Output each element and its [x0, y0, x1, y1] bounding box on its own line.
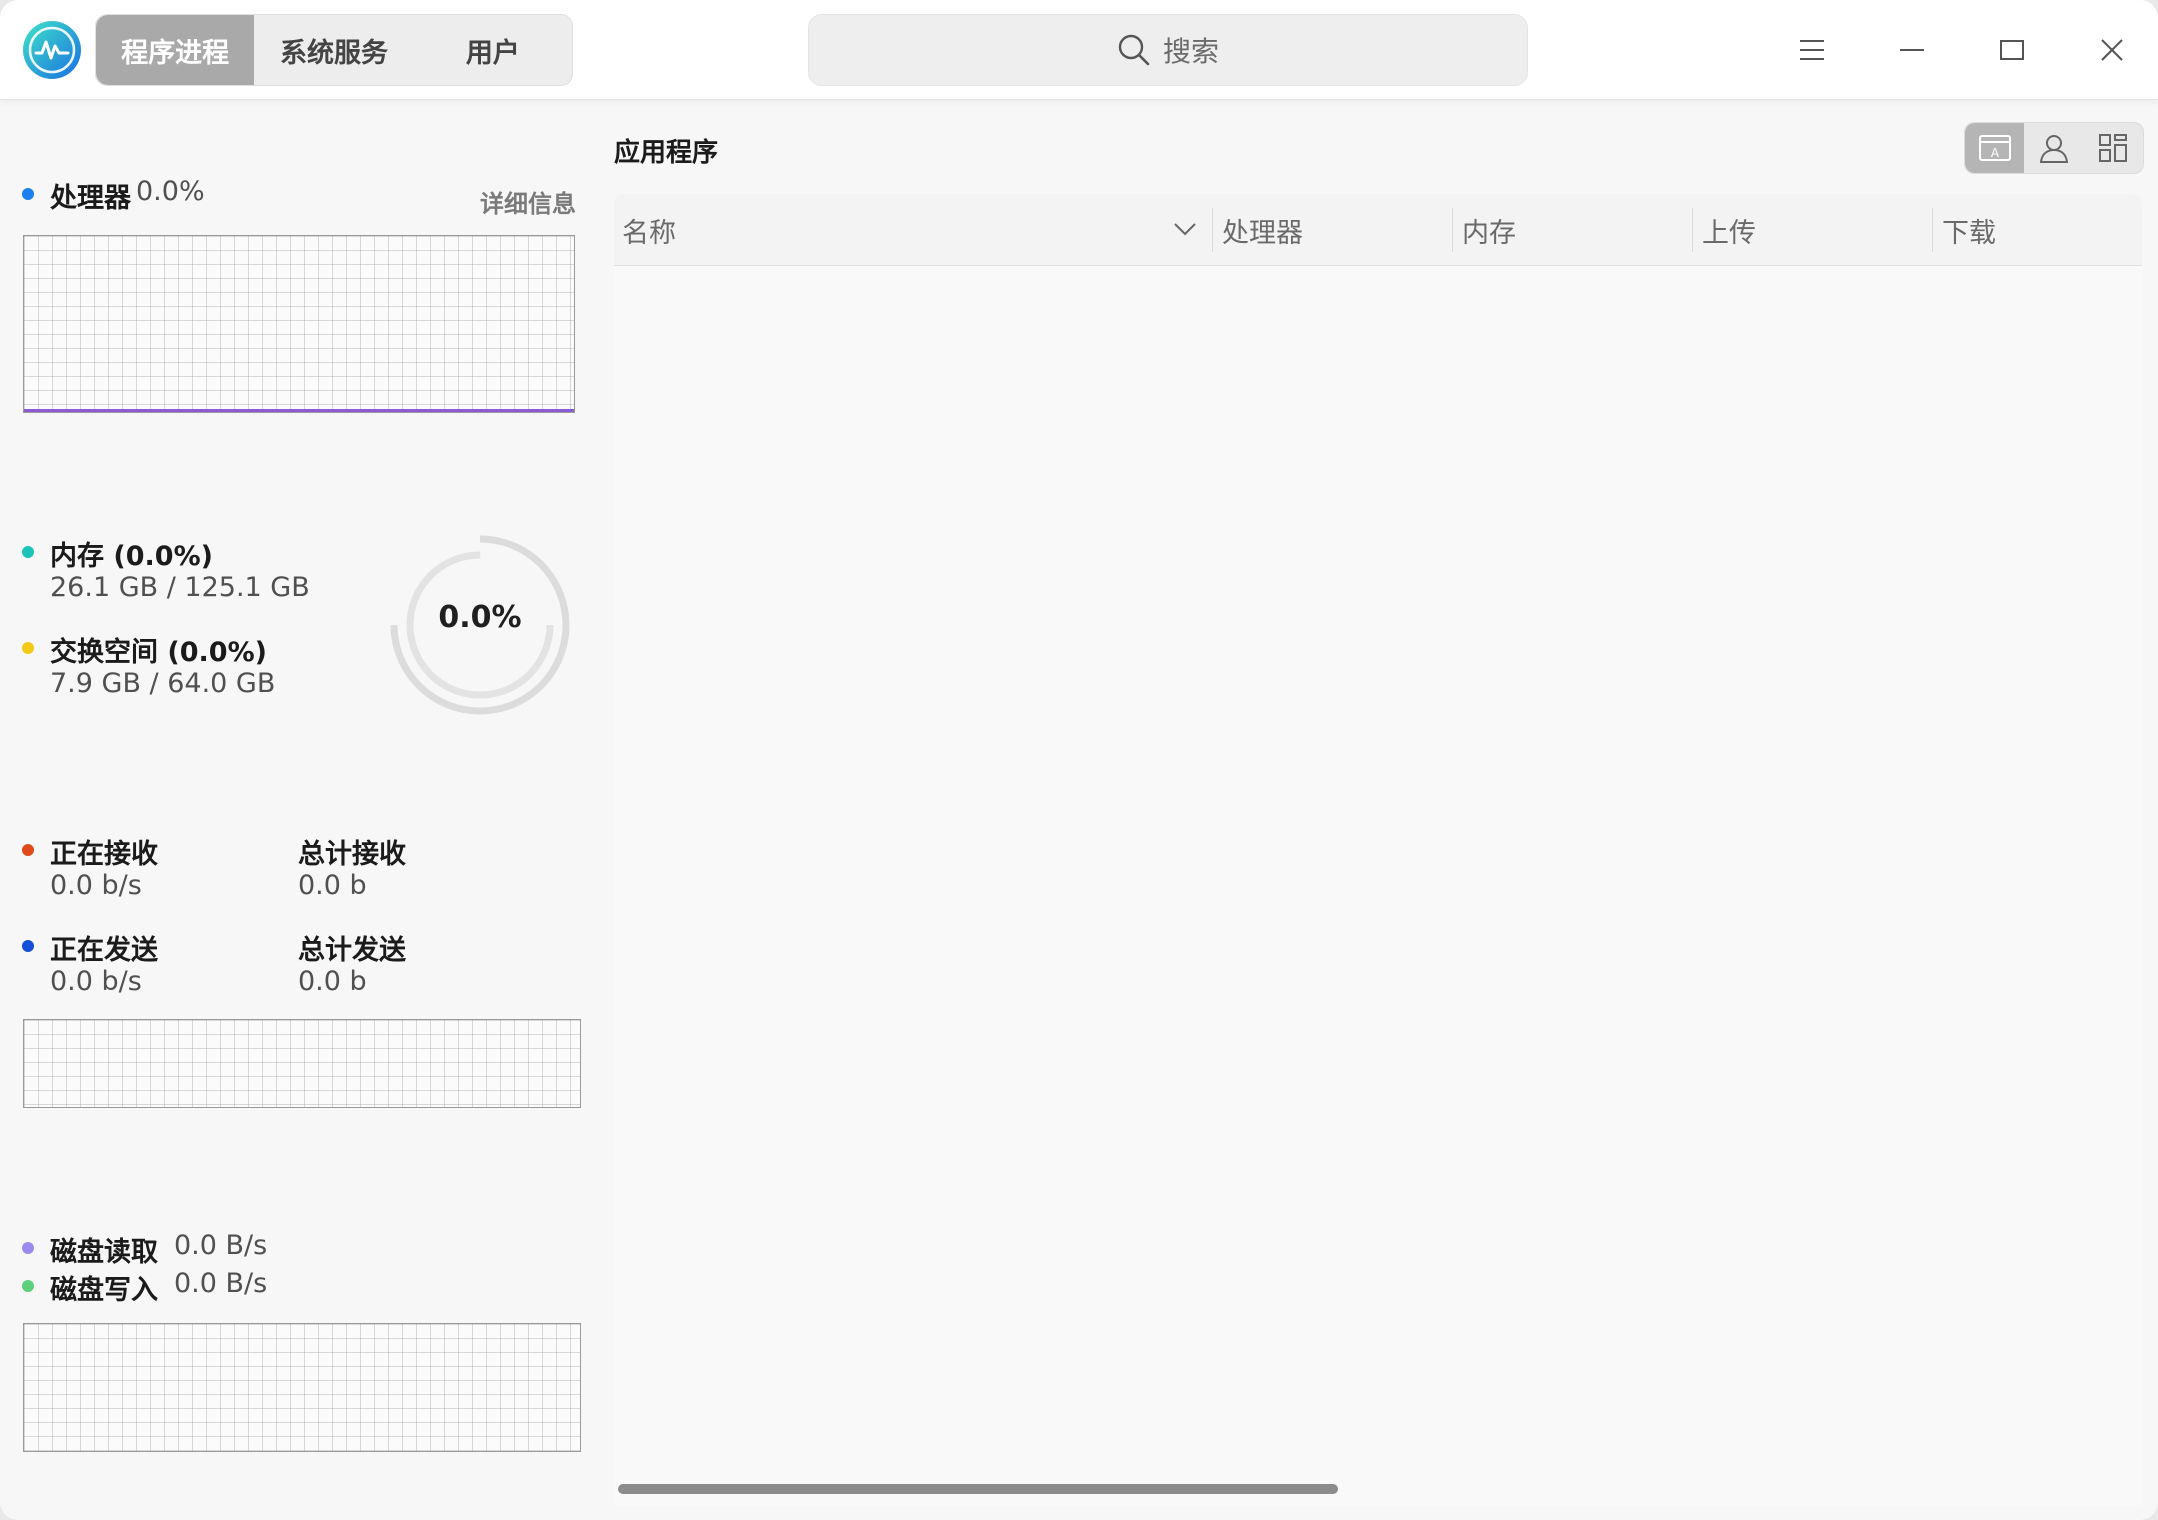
memory-ring-value: 0.0% [438, 600, 522, 635]
grid-view-icon [2099, 134, 2128, 162]
app-logo-icon [23, 21, 81, 79]
minimize-icon [1900, 49, 1924, 51]
swap-label: 交换空间 (0.0%) [50, 637, 267, 668]
receiving-dot [22, 844, 34, 856]
column-separator [1212, 208, 1213, 252]
total-sent-value: 0.0 b [298, 966, 367, 997]
maximize-button[interactable] [1990, 28, 2034, 72]
resource-panel: 处理器 0.0% 详细信息 内存 (0.0%) 26.1 GB / 125.1 … [0, 100, 600, 1520]
disk-write-dot [22, 1280, 34, 1292]
view-applications-button[interactable]: A [1965, 123, 2025, 173]
table-header: 名称 处理器 内存 上传 下载 [614, 194, 2142, 266]
cpu-graph-line [24, 409, 574, 412]
memory-dot [22, 546, 34, 558]
search-icon [1118, 34, 1150, 66]
tab-users[interactable]: 用户 [414, 15, 572, 85]
disk-read-label: 磁盘读取 [50, 1237, 158, 1268]
column-memory[interactable]: 内存 [1462, 194, 1692, 266]
column-upload[interactable]: 上传 [1702, 194, 1932, 266]
menu-button[interactable] [1790, 28, 1834, 72]
column-separator [1452, 208, 1453, 252]
view-all-processes-button[interactable] [2084, 123, 2143, 173]
applications-title: 应用程序 [614, 138, 719, 168]
view-my-processes-button[interactable] [2024, 123, 2083, 173]
maximize-icon [2000, 40, 2024, 60]
user-icon [2039, 135, 2069, 163]
memory-value: 26.1 GB / 125.1 GB [50, 572, 310, 603]
swap-value: 7.9 GB / 64.0 GB [50, 668, 276, 699]
column-upload-label: 上传 [1702, 217, 1756, 249]
column-name[interactable]: 名称 [622, 194, 1212, 266]
search-placeholder: 搜索 [1162, 35, 1219, 68]
column-download[interactable]: 下载 [1942, 194, 2142, 266]
column-download-label: 下载 [1942, 217, 1996, 249]
main-tabs: 程序进程 系统服务 用户 [95, 14, 573, 86]
swap-dot [22, 642, 34, 654]
process-table-body [614, 266, 2142, 1506]
tab-services[interactable]: 系统服务 [254, 15, 413, 85]
menu-icon [1800, 40, 1824, 60]
tab-processes[interactable]: 程序进程 [96, 15, 255, 85]
sort-chevron-down-icon[interactable] [1172, 220, 1198, 238]
search-input[interactable]: 搜索 [808, 14, 1528, 86]
memory-label: 内存 (0.0%) [50, 541, 213, 572]
disk-read-dot [22, 1242, 34, 1254]
column-cpu-label: 处理器 [1222, 217, 1303, 249]
cpu-graph [23, 235, 575, 413]
horizontal-scrollbar[interactable] [618, 1484, 1338, 1494]
cpu-dot [22, 188, 34, 200]
network-graph [23, 1019, 581, 1108]
view-toggle: A [1964, 122, 2144, 174]
cpu-value: 0.0% [136, 176, 205, 207]
column-cpu[interactable]: 处理器 [1222, 194, 1452, 266]
close-button[interactable] [2090, 28, 2134, 72]
total-received-label: 总计接收 [298, 839, 406, 870]
column-separator [1932, 208, 1933, 252]
sending-dot [22, 940, 34, 952]
receiving-label: 正在接收 [50, 839, 158, 870]
cpu-detail-link[interactable]: 详细信息 [480, 184, 576, 219]
disk-write-value: 0.0 B/s [174, 1268, 268, 1299]
sending-value: 0.0 b/s [50, 966, 142, 997]
sending-label: 正在发送 [50, 935, 158, 966]
minimize-button[interactable] [1890, 28, 1934, 72]
cpu-label: 处理器 [50, 183, 131, 214]
column-name-label: 名称 [622, 217, 676, 249]
process-list-panel: 应用程序 A 名称 处理器 内存 上传 下载 [614, 100, 2144, 1520]
disk-write-label: 磁盘写入 [50, 1275, 158, 1306]
total-sent-label: 总计发送 [298, 935, 406, 966]
svg-text:A: A [1991, 146, 2000, 160]
total-received-value: 0.0 b [298, 870, 367, 901]
column-memory-label: 内存 [1462, 217, 1516, 249]
disk-read-value: 0.0 B/s [174, 1230, 268, 1261]
application-icon: A [1978, 135, 2011, 161]
disk-graph [23, 1323, 581, 1452]
system-monitor-window: 程序进程 系统服务 用户 搜索 处理器 0.0% 详细信息 内存 (0.0%) … [0, 0, 2158, 1520]
receiving-value: 0.0 b/s [50, 870, 142, 901]
titlebar: 程序进程 系统服务 用户 搜索 [0, 0, 2158, 100]
close-icon [2101, 39, 2123, 61]
column-separator [1692, 208, 1693, 252]
